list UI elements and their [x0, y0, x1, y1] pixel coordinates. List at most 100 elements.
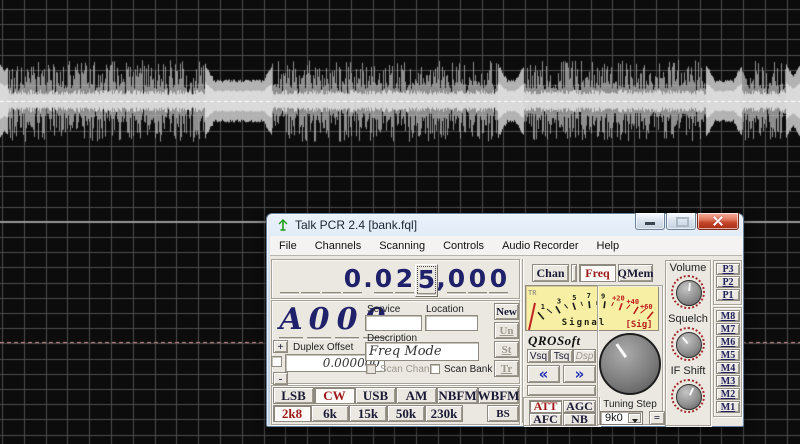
desktop-screen: Talk PCR 2.4 [bank.fql] File Channels Sc… [0, 0, 800, 444]
channel-cell[interactable]: 0 [305, 302, 333, 340]
m5-button[interactable]: M5 [716, 349, 740, 361]
mode-nbfm[interactable]: NBFM [437, 387, 478, 404]
p1-button[interactable]: P1 [716, 289, 740, 301]
freq-comma: , [436, 264, 446, 293]
nb-button[interactable]: NB [563, 412, 596, 426]
tuning-step-label: Tuning Step [603, 399, 657, 410]
freq-digit[interactable]: 0 [488, 264, 509, 295]
menu-audio-recorder[interactable]: Audio Recorder [493, 237, 587, 255]
afc-button[interactable]: AFC [529, 412, 562, 426]
minimize-button[interactable] [635, 213, 665, 230]
vsq-button[interactable]: Vsq [527, 349, 550, 363]
if-shift-knob[interactable] [671, 379, 705, 413]
spacer-button[interactable] [527, 385, 596, 396]
service-input[interactable] [365, 315, 422, 331]
description-input[interactable]: Freq Mode [365, 342, 479, 361]
menu-channels[interactable]: Channels [306, 237, 370, 255]
filter-6k[interactable]: 6k [311, 405, 349, 422]
tr-button[interactable]: Tr [494, 360, 519, 377]
tab-chan[interactable]: Chan [532, 264, 569, 282]
volume-knob-pointer [676, 280, 702, 306]
scan-chan-checkbox[interactable] [366, 364, 376, 374]
qrosoft-logo: QROSoft [528, 333, 581, 348]
freq-digit[interactable]: 0 [467, 264, 488, 295]
caption-buttons [634, 213, 739, 230]
m7-button[interactable]: M7 [716, 323, 740, 335]
m1-button[interactable]: M1 [716, 401, 740, 413]
tab-qmem[interactable]: QMem [618, 264, 654, 282]
tuning-knob[interactable] [599, 333, 661, 395]
filter-50k[interactable]: 50k [387, 405, 425, 422]
location-input[interactable] [425, 315, 478, 331]
m6-button[interactable]: M6 [716, 336, 740, 348]
mode-usb[interactable]: USB [355, 387, 396, 404]
st-button[interactable]: St [494, 341, 519, 358]
freq-digit[interactable]: 0 [446, 264, 467, 295]
window-title: Talk PCR 2.4 [bank.fql] [295, 218, 418, 232]
channel-cell[interactable]: A [277, 302, 305, 340]
menu-help[interactable]: Help [588, 237, 629, 255]
mode-lsb[interactable]: LSB [273, 387, 314, 404]
freq-digit[interactable]: 0 [342, 264, 363, 295]
svg-text:3: 3 [557, 297, 561, 305]
m2-button[interactable]: M2 [716, 388, 740, 400]
menu-file[interactable]: File [270, 237, 306, 255]
scan-chan-label: Scan Chan [380, 364, 430, 375]
volume-label: Volume [669, 262, 707, 274]
service-label: Service [367, 304, 401, 315]
un-button[interactable]: Un [494, 322, 519, 339]
tsq-button[interactable]: Tsq [550, 349, 573, 363]
duplex-checkbox[interactable] [271, 356, 282, 367]
m3-button[interactable]: M3 [716, 375, 740, 387]
svg-text:7: 7 [587, 292, 591, 300]
m8-button[interactable]: M8 [716, 310, 740, 322]
scan-bank-label: Scan Bank [444, 364, 493, 375]
p3-button[interactable]: P3 [716, 263, 740, 275]
scan-bank-checkbox[interactable] [430, 364, 440, 374]
freq-digit[interactable] [300, 264, 321, 295]
menu-bar: File Channels Scanning Controls Audio Re… [270, 236, 742, 256]
menu-controls[interactable]: Controls [434, 237, 493, 255]
maximize-button[interactable] [666, 213, 696, 230]
client-area: 0 . 0 2 5 , 0 0 0 A 0 0 0 + Duplex Offse… [270, 255, 742, 426]
filter-230k[interactable]: 230k [425, 405, 463, 422]
filter-2k8[interactable]: 2k8 [273, 405, 311, 422]
tuning-step-value: 9k0 [605, 412, 623, 424]
close-button[interactable] [697, 213, 739, 230]
app-icon [278, 219, 288, 231]
menu-scanning[interactable]: Scanning [370, 237, 434, 255]
step-up-button[interactable]: » [563, 365, 596, 383]
tuning-step-dropdown[interactable]: 9k0 [600, 411, 643, 425]
volume-knob[interactable] [671, 275, 705, 309]
squelch-label: Squelch [668, 313, 708, 325]
new-button[interactable]: New [494, 303, 519, 320]
step-down-button[interactable]: « [527, 365, 560, 383]
mode-cw[interactable]: CW [314, 387, 355, 404]
svg-text:TR: TR [528, 289, 537, 297]
freq-decimal-point: . [363, 264, 373, 293]
duplex-plus-button[interactable]: + [273, 340, 288, 353]
filter-15k[interactable]: 15k [349, 405, 387, 422]
title-bar[interactable]: Talk PCR 2.4 [bank.fql] [267, 213, 743, 236]
mode-wbfm[interactable]: WBFM [478, 387, 519, 404]
svg-text:5: 5 [572, 294, 576, 302]
freq-digit[interactable]: 2 [394, 264, 415, 295]
freq-digit[interactable] [321, 264, 342, 295]
bs-button[interactable]: BS [487, 405, 519, 422]
location-label: Location [426, 304, 464, 315]
talk-pcr-window: Talk PCR 2.4 [bank.fql] File Channels Sc… [266, 213, 744, 427]
m4-button[interactable]: M4 [716, 362, 740, 374]
p2-button[interactable]: P2 [716, 276, 740, 288]
duplex-offset-label: Duplex Offset [293, 342, 354, 353]
squelch-knob[interactable] [671, 327, 705, 361]
freq-digit[interactable]: 0 [373, 264, 394, 295]
freq-digit-focused[interactable]: 5 [415, 264, 438, 297]
freq-digit[interactable] [279, 264, 300, 295]
equals-button[interactable]: = [649, 411, 665, 425]
dropdown-arrow-icon[interactable] [628, 413, 641, 423]
mode-am[interactable]: AM [396, 387, 437, 404]
channel-cell[interactable]: 0 [333, 302, 361, 340]
tab-freq[interactable]: Freq [579, 264, 616, 282]
svg-text:1: 1 [541, 303, 545, 311]
duplex-minus-button[interactable]: - [273, 372, 288, 385]
